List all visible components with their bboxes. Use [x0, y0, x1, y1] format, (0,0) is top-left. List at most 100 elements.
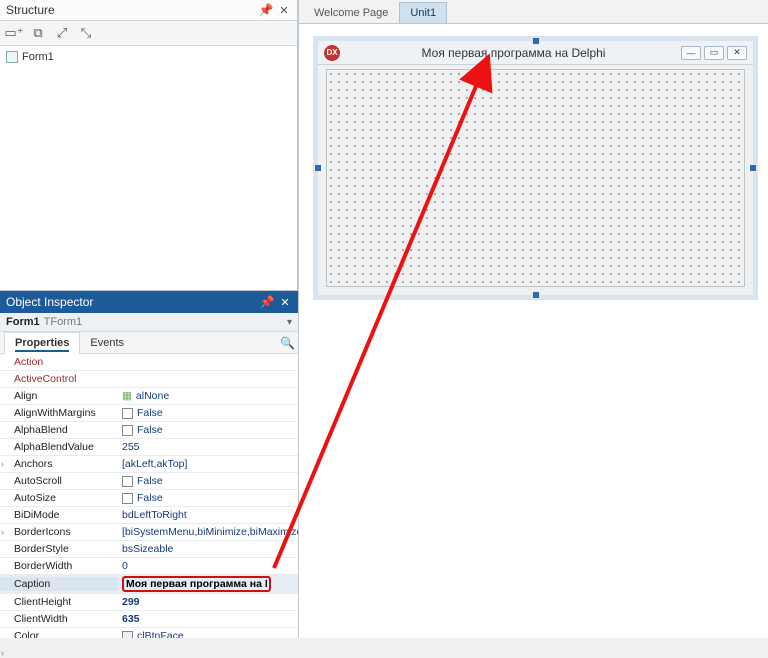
property-row-anchors[interactable]: ›Anchors[akLeft,akTop]	[0, 456, 298, 473]
close-window-icon[interactable]: ✕	[727, 46, 747, 60]
tree-item-label: Form1	[22, 51, 54, 63]
structure-panel: Structure 📌 ✕ ▭⁺ ⧉ ⤢ ⤡ Form1	[0, 0, 298, 290]
tab-properties[interactable]: Properties	[4, 332, 80, 354]
property-row-action[interactable]: Action	[0, 354, 298, 371]
property-row-alphablendvalue[interactable]: AlphaBlendValue255	[0, 439, 298, 456]
property-value[interactable]: bdLeftToRight	[118, 508, 298, 522]
property-name: AlignWithMargins	[0, 406, 118, 420]
inspector-tabs: Properties Events 🔍	[0, 332, 298, 354]
minimize-icon[interactable]: —	[681, 46, 701, 60]
property-value[interactable]: bsSizeable	[118, 542, 298, 556]
tab-events[interactable]: Events	[80, 333, 134, 353]
property-name: AutoSize	[0, 491, 118, 505]
property-value[interactable]: ▦alNone	[118, 389, 298, 403]
property-name: BorderStyle	[0, 542, 118, 556]
property-value[interactable]	[118, 361, 298, 363]
property-name: AlphaBlend	[0, 423, 118, 437]
property-value[interactable]: False	[118, 406, 298, 420]
structure-tree[interactable]: Form1	[0, 46, 297, 290]
pin-icon[interactable]: 📌	[259, 3, 273, 17]
children-icon[interactable]: ⧉	[30, 25, 46, 41]
property-row-alphablend[interactable]: AlphaBlendFalse	[0, 422, 298, 439]
object-selector[interactable]: Form1 TForm1 ▾	[0, 313, 298, 332]
resize-handle[interactable]	[750, 165, 756, 171]
checkbox-icon[interactable]	[122, 476, 133, 487]
property-name: ClientWidth	[0, 612, 118, 626]
property-row-alignwithmargins[interactable]: AlignWithMarginsFalse	[0, 405, 298, 422]
tab-welcome-page[interactable]: Welcome Page	[303, 2, 399, 23]
property-row-borderwidth[interactable]: BorderWidth0	[0, 558, 298, 575]
property-row-autoscroll[interactable]: AutoScrollFalse	[0, 473, 298, 490]
property-name: BiDiMode	[0, 508, 118, 522]
object-class: TForm1	[44, 316, 83, 328]
property-name: ›BorderIcons	[0, 525, 118, 539]
pin-icon[interactable]: 📌	[260, 295, 274, 309]
resize-handle[interactable]	[315, 165, 321, 171]
property-value[interactable]: False	[118, 423, 298, 437]
maximize-icon[interactable]: ▭	[704, 46, 724, 60]
property-name: ›Anchors	[0, 457, 118, 471]
property-name: BorderWidth	[0, 559, 118, 573]
checkbox-icon[interactable]	[122, 425, 133, 436]
property-value[interactable]: 635	[118, 612, 298, 626]
checkbox-icon[interactable]	[122, 408, 133, 419]
property-value[interactable]: clBtnFace	[118, 629, 298, 638]
property-row-borderstyle[interactable]: BorderStylebsSizeable	[0, 541, 298, 558]
property-value[interactable]	[118, 378, 298, 380]
property-name: AlphaBlendValue	[0, 440, 118, 454]
property-value[interactable]: [akLeft,akTop]	[118, 457, 298, 471]
property-name: ClientHeight	[0, 595, 118, 609]
search-icon[interactable]: 🔍	[280, 336, 294, 350]
checkbox-icon[interactable]	[122, 493, 133, 504]
tree-item-form1[interactable]: Form1	[4, 50, 293, 64]
resize-handle[interactable]	[533, 292, 539, 298]
object-name: Form1	[6, 316, 40, 328]
close-icon[interactable]: ✕	[277, 3, 291, 17]
chevron-down-icon[interactable]: ▾	[287, 317, 292, 328]
property-row-bidimode[interactable]: BiDiModebdLeftToRight	[0, 507, 298, 524]
property-row-align[interactable]: Align▦alNone	[0, 388, 298, 405]
property-row-color[interactable]: ColorclBtnFace	[0, 628, 298, 638]
property-value[interactable]: False	[118, 474, 298, 488]
property-name: AutoScroll	[0, 474, 118, 488]
property-value[interactable]: False	[118, 491, 298, 505]
object-inspector-title: Object Inspector	[6, 295, 93, 309]
property-row-activecontrol[interactable]: ActiveControl	[0, 371, 298, 388]
structure-toolbar: ▭⁺ ⧉ ⤢ ⤡	[0, 20, 297, 46]
caption-edit-highlight	[122, 576, 271, 592]
property-value[interactable]: 299	[118, 595, 298, 609]
close-icon[interactable]: ✕	[278, 295, 292, 309]
property-value[interactable]: [biSystemMenu,biMinimize,biMaximize]	[118, 525, 298, 539]
form-titlebar: DX Моя первая программа на Delphi — ▭ ✕	[318, 41, 753, 65]
tab-unit1[interactable]: Unit1	[399, 2, 447, 23]
property-value[interactable]	[118, 575, 298, 593]
property-value[interactable]: 0	[118, 559, 298, 573]
caption-input[interactable]	[126, 578, 267, 590]
design-form[interactable]: DX Моя первая программа на Delphi — ▭ ✕	[317, 40, 754, 296]
resize-handle[interactable]	[533, 38, 539, 44]
structure-title: Structure	[6, 3, 55, 17]
property-row-clientwidth[interactable]: ClientWidth635	[0, 611, 298, 628]
property-row-caption[interactable]: Caption	[0, 575, 298, 594]
property-row-autosize[interactable]: AutoSizeFalse	[0, 490, 298, 507]
property-name: Action	[0, 355, 118, 369]
new-form-icon[interactable]: ▭⁺	[6, 25, 22, 41]
property-value[interactable]: 255	[118, 440, 298, 454]
expand-icon[interactable]: ›	[1, 527, 4, 537]
collapse-icon[interactable]: ⤡	[78, 25, 94, 41]
property-row-bordericons[interactable]: ›BorderIcons[biSystemMenu,biMinimize,biM…	[0, 524, 298, 541]
form-client-area[interactable]	[326, 69, 745, 287]
form-caption: Моя первая программа на Delphi	[346, 46, 681, 60]
expand-icon[interactable]: ⤢	[54, 25, 70, 41]
property-name: Color	[0, 629, 118, 638]
property-grid[interactable]: ActionActiveControlAlign▦alNoneAlignWith…	[0, 354, 298, 638]
property-name: Caption	[0, 577, 118, 591]
structure-title-bar: Structure 📌 ✕	[0, 0, 297, 20]
expand-icon[interactable]: ›	[1, 459, 4, 469]
app-icon: DX	[324, 45, 340, 61]
property-row-clientheight[interactable]: ClientHeight299	[0, 594, 298, 611]
align-icon: ▦	[122, 390, 132, 402]
property-name: Align	[0, 389, 118, 403]
object-inspector-title-bar: Object Inspector 📌 ✕	[0, 291, 298, 313]
form-designer[interactable]: DX Моя первая программа на Delphi — ▭ ✕	[299, 24, 768, 638]
